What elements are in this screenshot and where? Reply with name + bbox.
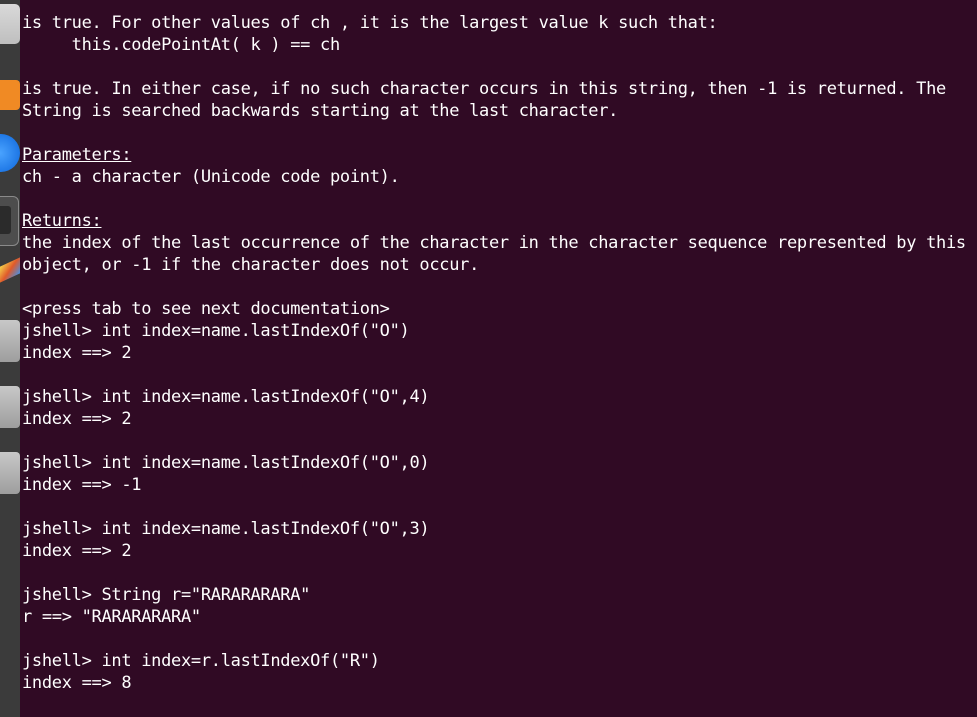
result-line: index ==> 2 [22,343,132,363]
returns-heading: Returns: [22,211,102,231]
doc-line: the index of the last occurrence of the … [22,233,966,253]
app-icon-grey[interactable] [0,320,20,362]
prompt-line: jshell> int index=name.lastIndexOf("O",4… [22,387,430,407]
prompt-line: jshell> int index=name.lastIndexOf("O",0… [22,453,430,473]
doc-line: is true. In either case, if no such char… [22,79,946,99]
doc-hint-line: <press tab to see next documentation> [22,299,390,319]
terminal-output[interactable]: is true. For other values of ch , it is … [22,12,977,694]
terminal-icon[interactable] [0,196,19,246]
result-line: index ==> 2 [22,409,132,429]
doc-line: object, or -1 if the character does not … [22,255,480,275]
launcher-dock [0,0,20,717]
parameters-heading: Parameters: [22,145,132,165]
prompt-line: jshell> String r="RARARARARA" [22,585,311,605]
result-line: index ==> 2 [22,541,132,561]
doc-line: ch - a character (Unicode code point). [22,167,400,187]
result-line: index ==> -1 [22,475,142,495]
result-line: index ==> 8 [22,673,132,693]
doc-line: is true. For other values of ch , it is … [22,13,718,33]
prompt-line: jshell> int index=name.lastIndexOf("O",3… [22,519,430,539]
doc-line: String is searched backwards starting at… [22,101,619,121]
result-line: r ==> "RARARARARA" [22,607,201,627]
prompt-line: jshell> int index=r.lastIndexOf("R") [22,651,380,671]
doc-code-line: this.codePointAt( k ) == ch [22,35,341,55]
app-icon-grey[interactable] [0,452,20,494]
text-editor-icon[interactable] [0,257,20,283]
browser-icon[interactable] [0,134,20,172]
app-icon-orange[interactable] [0,80,20,110]
prompt-line: jshell> int index=name.lastIndexOf("O") [22,321,410,341]
files-icon[interactable] [0,4,20,44]
app-icon-grey[interactable] [0,386,20,428]
